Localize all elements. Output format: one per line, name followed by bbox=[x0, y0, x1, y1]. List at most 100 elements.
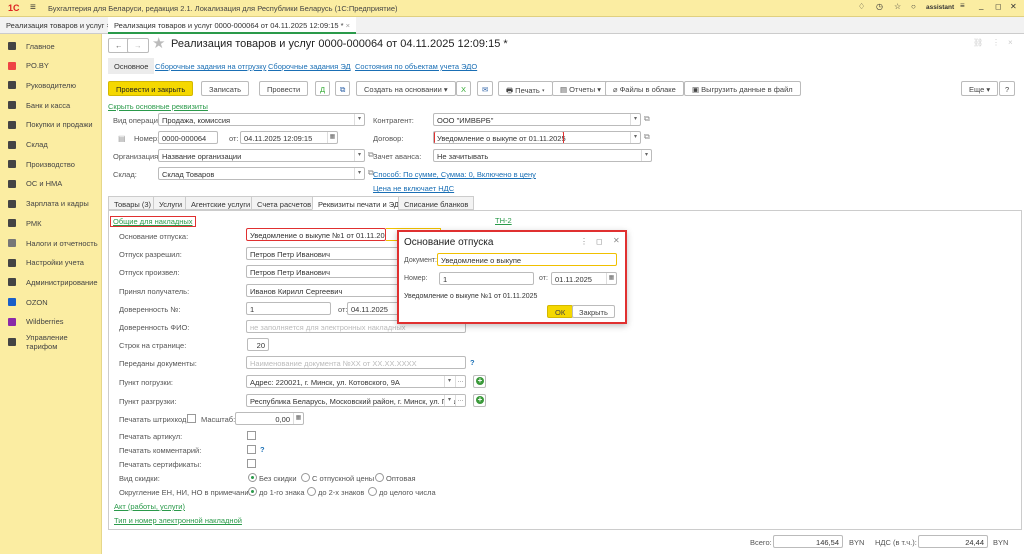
sidebar-item[interactable]: Wildberries bbox=[8, 315, 64, 329]
date-input[interactable]: 04.11.2025 12:09:15 ▦ bbox=[240, 131, 338, 144]
form-tab[interactable]: Счета расчетов bbox=[251, 196, 318, 210]
act-link[interactable]: Акт (работы, услуги) bbox=[114, 502, 185, 511]
history-icon[interactable]: ◷ bbox=[876, 2, 883, 11]
cloud-files-button[interactable]: ⌀ Файлы в облаке bbox=[605, 81, 684, 96]
discount-option[interactable]: Без скидки bbox=[259, 474, 297, 483]
form-tab[interactable]: Агентские услуги bbox=[185, 196, 257, 210]
favorite-star-icon[interactable]: ★ bbox=[152, 34, 165, 52]
discount-radio-release[interactable] bbox=[301, 473, 310, 482]
dialog-num-input[interactable]: 1 bbox=[439, 272, 534, 285]
sidebar-item[interactable]: OZON bbox=[8, 295, 48, 309]
sidebar-item[interactable]: Склад bbox=[8, 138, 48, 152]
open-icon[interactable]: ⧉ bbox=[644, 132, 650, 142]
star-icon[interactable]: ☆ bbox=[894, 2, 901, 11]
basis-input[interactable]: Уведомление о выкупе №1 от 01.11.2025 bbox=[246, 228, 386, 241]
save-button[interactable]: Записать bbox=[201, 81, 250, 96]
docs-input[interactable]: Наименование документа №XX от XX.XX.XXXX bbox=[246, 356, 466, 369]
window-tab-active[interactable]: Реализация товаров и услуг 0000-000064 о… bbox=[108, 17, 357, 34]
sidebar-item[interactable]: РМК bbox=[8, 216, 42, 230]
discount-option[interactable]: Оптовая bbox=[386, 474, 416, 483]
export-button[interactable]: ▣ Выгрузить данные в файл bbox=[684, 81, 801, 96]
dt-kt-icon[interactable]: Д bbox=[315, 81, 331, 96]
dialog-date-input[interactable]: 01.11.2025 ▦ bbox=[551, 272, 617, 285]
create-based-button[interactable]: Создать на основании ▾ bbox=[356, 81, 456, 96]
form-tab[interactable]: Списание бланков bbox=[398, 196, 475, 210]
add-unload-button[interactable] bbox=[473, 394, 486, 407]
rounding-radio-2[interactable] bbox=[307, 487, 316, 496]
rounding-radio-1[interactable] bbox=[248, 487, 257, 496]
operation-select[interactable]: Продажа, комиссия ▾ bbox=[158, 113, 365, 126]
counterparty-select[interactable]: ООО "ИМВБРБ" ▾ bbox=[433, 113, 641, 126]
discount-option[interactable]: С отпускной цены bbox=[312, 474, 374, 483]
sidebar-item[interactable]: Банк и касса bbox=[8, 98, 70, 112]
user-name[interactable]: assistant bbox=[926, 4, 954, 11]
search-icon[interactable]: ○ bbox=[911, 2, 916, 11]
settings-icon[interactable]: ≡ bbox=[960, 1, 965, 10]
advance-select[interactable]: Не зачитывать ▾ bbox=[433, 149, 652, 162]
tn2-link[interactable]: ТН-2 bbox=[495, 216, 512, 225]
print-button[interactable]: 🖶 Печать ▾ bbox=[498, 81, 553, 96]
warehouse-select[interactable]: Склад Товаров ▾ bbox=[158, 167, 365, 180]
dialog-close-button[interactable]: Закрыть bbox=[572, 305, 615, 318]
scale-input[interactable]: 0,00 ▦ bbox=[235, 412, 304, 425]
close-form-icon[interactable]: × bbox=[1008, 38, 1013, 47]
more-icon[interactable]: ⋮ bbox=[580, 237, 588, 246]
sidebar-item[interactable]: Покупки и продажи bbox=[8, 118, 93, 132]
nav-main[interactable]: Основное bbox=[108, 58, 155, 74]
sidebar-item[interactable]: Управление тарифом bbox=[8, 333, 101, 351]
sidebar-item[interactable]: Производство bbox=[8, 157, 75, 171]
sidebar-item[interactable]: Зарплата и кадры bbox=[8, 197, 89, 211]
ok-button[interactable]: ОК bbox=[547, 305, 574, 318]
rounding-option[interactable]: до 1-го знака bbox=[259, 488, 305, 497]
close-icon[interactable]: ✕ bbox=[1010, 2, 1017, 11]
excel-icon[interactable]: X bbox=[456, 81, 472, 96]
einvoice-link[interactable]: Тип и номер электронной накладной bbox=[114, 516, 242, 525]
cert-checkbox[interactable] bbox=[247, 459, 256, 468]
maximize-icon[interactable]: ◻ bbox=[995, 2, 1002, 11]
org-select[interactable]: Название организации ▾ bbox=[158, 149, 365, 162]
close-icon[interactable]: × bbox=[346, 21, 350, 30]
nav-edo-states[interactable]: Состояния по объектам учета ЭДО bbox=[355, 62, 477, 71]
sidebar-item[interactable]: Главное bbox=[8, 39, 55, 53]
vat-included-link[interactable]: Цена не включает НДС bbox=[373, 184, 454, 193]
minimize-icon[interactable]: _ bbox=[979, 1, 983, 10]
post-button[interactable]: Провести bbox=[259, 81, 309, 96]
more-button[interactable]: Еще ▾ bbox=[961, 81, 999, 96]
sidebar-item[interactable]: Налоги и отчетность bbox=[8, 236, 98, 250]
barcode-checkbox[interactable] bbox=[187, 414, 196, 423]
bell-icon[interactable]: ♢ bbox=[858, 2, 865, 11]
add-load-button[interactable] bbox=[473, 375, 486, 388]
sidebar-item[interactable]: Настройки учета bbox=[8, 256, 84, 270]
link-icon[interactable]: ⛓ bbox=[973, 38, 983, 47]
poa-input[interactable]: 1 bbox=[246, 302, 331, 315]
post-and-close-button[interactable]: Провести и закрыть bbox=[108, 81, 194, 96]
sidebar-item[interactable]: Руководителю bbox=[8, 78, 76, 92]
common-invoices-link[interactable]: Общие для накладных bbox=[110, 216, 196, 227]
help-icon[interactable]: ? bbox=[470, 358, 475, 367]
reports-button[interactable]: ▤ Отчеты ▾ bbox=[552, 81, 609, 96]
more-icon[interactable]: ⋮ bbox=[992, 38, 1000, 47]
maximize-icon[interactable]: ◻ bbox=[596, 237, 603, 246]
rows-input[interactable]: 20 bbox=[247, 338, 269, 351]
hide-details-link[interactable]: Скрыть основные реквизиты bbox=[108, 102, 208, 111]
article-checkbox[interactable] bbox=[247, 431, 256, 440]
open-icon[interactable]: ⧉ bbox=[644, 114, 650, 124]
nav-assembly-ed[interactable]: Сборочные задания ЭД bbox=[268, 62, 351, 71]
contract-select[interactable]: Уведомление о выкупе от 01.11.2025 ▾ bbox=[433, 131, 641, 144]
sidebar-item[interactable]: PO.BY bbox=[8, 59, 49, 73]
help-button[interactable]: ? bbox=[999, 81, 1016, 96]
rounding-radio-int[interactable] bbox=[368, 487, 377, 496]
sidebar-item[interactable]: ОС и НМА bbox=[8, 177, 62, 191]
help-icon[interactable]: ? bbox=[260, 445, 265, 454]
sidebar-item[interactable]: Администрирование bbox=[8, 275, 98, 289]
number-input[interactable]: 0000-000064 bbox=[158, 131, 218, 144]
send-icon[interactable]: ✉ bbox=[477, 81, 494, 96]
form-tab[interactable]: Услуги bbox=[153, 196, 189, 210]
structure-icon[interactable]: ⧉ bbox=[335, 81, 351, 96]
discount-radio-none[interactable] bbox=[248, 473, 257, 482]
comment-checkbox[interactable] bbox=[247, 445, 256, 454]
nav-assembly-tasks[interactable]: Сборочные задания на отгрузку bbox=[155, 62, 266, 71]
menu-icon[interactable]: ≡ bbox=[30, 2, 36, 13]
rounding-option[interactable]: до 2-х знаков bbox=[318, 488, 364, 497]
dialog-doc-input[interactable]: Уведомление о выкупе bbox=[437, 253, 617, 266]
